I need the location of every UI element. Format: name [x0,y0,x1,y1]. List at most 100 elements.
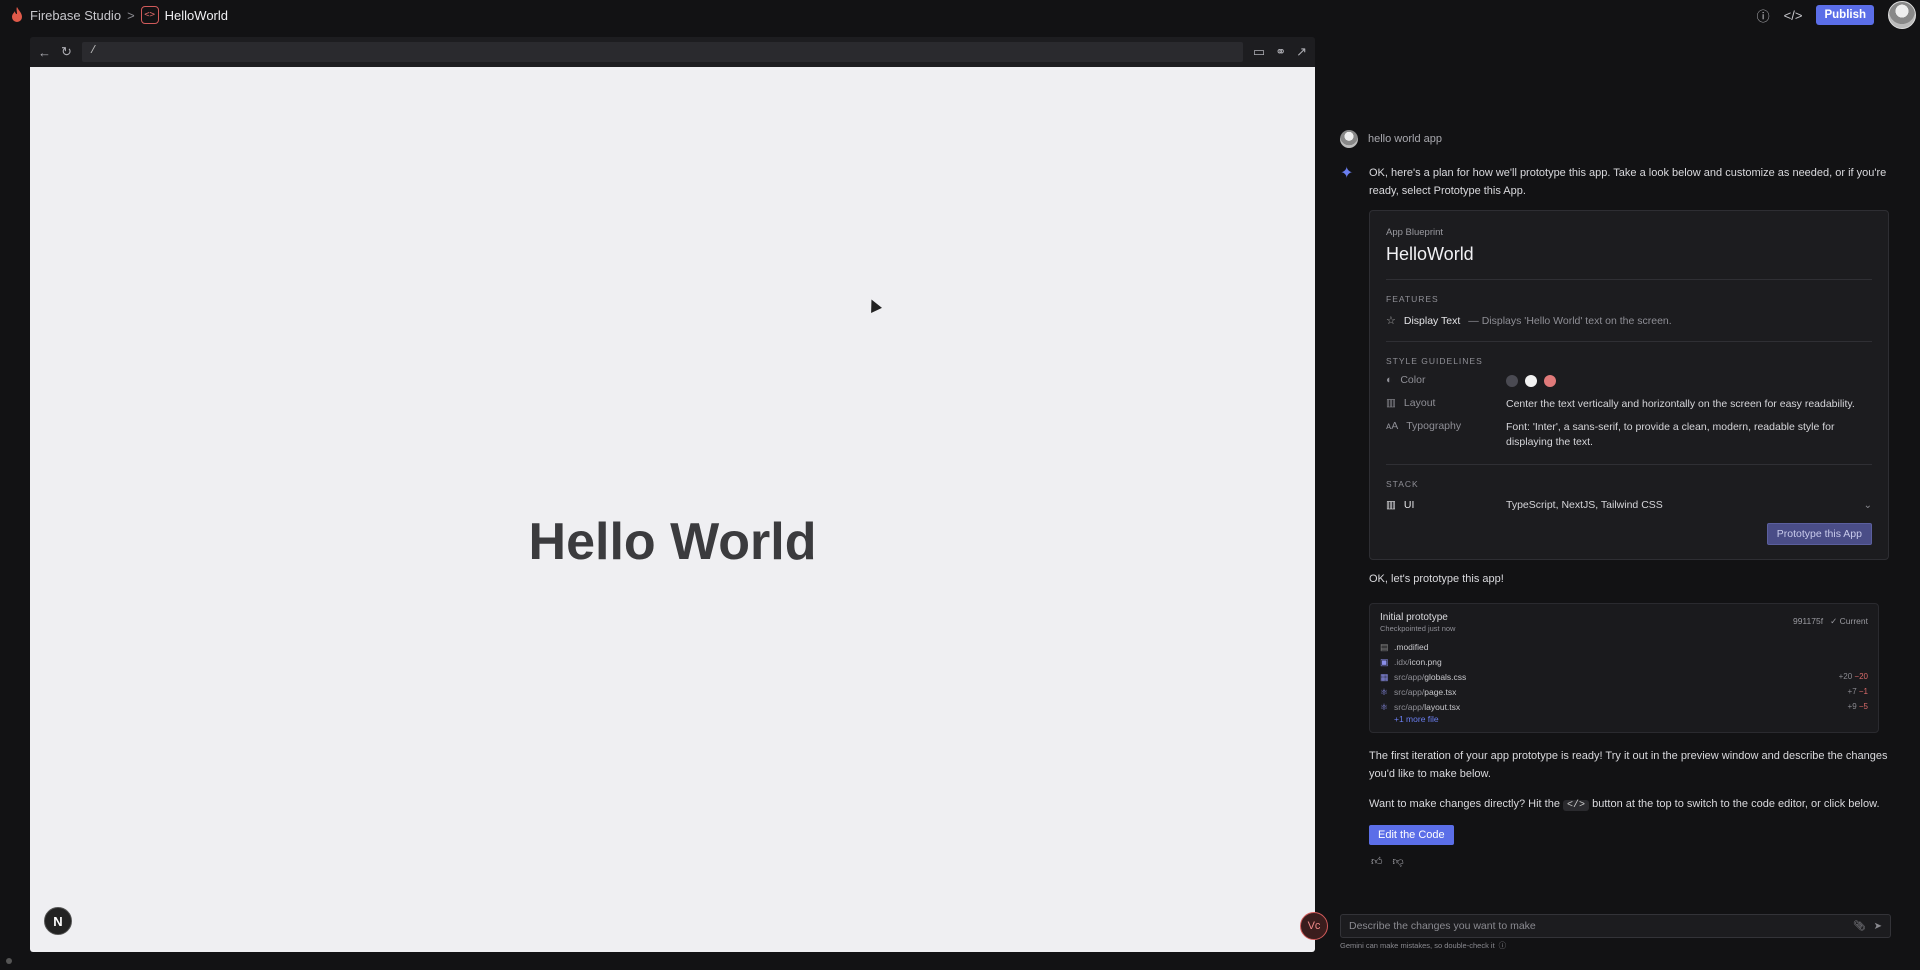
file-name: icon.png [1409,656,1442,667]
stack-icon: ▥ [1386,499,1396,511]
app-name: Firebase Studio [30,7,122,23]
chat-input[interactable]: Describe the changes you want to make 📎︎… [1340,914,1891,938]
style-heading: STYLE GUIDELINES [1386,356,1483,366]
send-icon[interactable]: ➤ [1874,921,1882,932]
features-heading: FEATURES [1386,294,1439,304]
link-icon[interactable]: ⚭ [1275,44,1286,60]
feedback-buttons: 👍︎ 👎︎ [1371,855,1404,868]
feature-desc: — Displays 'Hello World' text on the scr… [1468,314,1672,327]
typography-key: Typography [1406,420,1462,432]
palette-icon: ◐ [1386,374,1393,386]
file-dir: src/app/ [1394,701,1425,712]
css-file-icon: ▦ [1380,671,1389,682]
checkpoint-meta: 991175f ✓ Current [1793,616,1868,627]
code-chip: </> [1563,800,1590,811]
edit-code-button[interactable]: Edit the Code [1369,825,1454,845]
nextjs-badge[interactable]: N [44,907,72,935]
url-input[interactable]: / [81,42,1243,62]
chevron-down-icon[interactable]: ⌄ [1864,500,1872,511]
stack-row[interactable]: ▥ UI TypeScript, NextJS, Tailwind CSS ⌄ [1386,499,1872,511]
chat-input-placeholder: Describe the changes you want to make [1349,920,1536,932]
feature-name: Display Text [1403,314,1461,327]
project-name[interactable]: HelloWorld [165,8,228,23]
image-file-icon: ▣ [1380,656,1389,667]
user-message-text: hello world app [1368,133,1442,145]
user-message: hello world app [1340,130,1442,148]
attach-icon[interactable]: 📎︎ [1853,921,1866,932]
file-item[interactable]: ▤ .modified [1380,639,1868,654]
gemini-avatar-icon[interactable]: Vc [1300,912,1328,940]
stack-key: UI [1403,499,1415,511]
back-icon[interactable]: ← [38,45,51,60]
file-name: page.tsx [1424,686,1457,697]
divider [1386,464,1872,465]
file-item[interactable]: ▦ src/app/ globals.css +20 −20 [1380,669,1868,684]
thumbs-down-icon[interactable]: 👎︎ [1393,855,1404,868]
divider [1386,279,1872,280]
style-typography-row[interactable]: ᴀA Typography Font: 'Inter', a sans-serif… [1386,420,1872,450]
layout-icon: ▥ [1386,397,1396,409]
color-swatches [1506,374,1866,389]
prototype-app-button[interactable]: Prototype this App [1766,523,1872,545]
file-dir: src/app/ [1394,671,1425,682]
swatch-1 [1506,375,1518,388]
file-dir: src/app/ [1394,686,1425,697]
thumbs-up-icon[interactable]: 👍︎ [1371,855,1383,868]
diff-plus: +20 [1838,672,1853,681]
gemini-sparkle-icon: ✦ [1340,165,1354,182]
diff-minus: −20 [1854,672,1868,681]
file-name: layout.tsx [1424,701,1461,712]
preview-toolbar: ← ↻ / ▭ ⚭ ↗ [30,37,1315,67]
feature-row[interactable]: ☆ Display Text — Displays 'Hello World' … [1386,314,1872,328]
diff-minus: −5 [1858,702,1868,711]
file-diff: +9 −5 [1848,702,1868,711]
breadcrumb-separator: > [127,7,135,23]
file-dir: .idx/ [1394,656,1410,667]
typography-icon: ᴀA [1386,420,1399,432]
ai-followup-text: OK, let's prototype this app! [1369,573,1504,585]
file-diff: +7 −1 [1848,687,1868,696]
file-item[interactable]: ⚛ src/app/ layout.tsx +9 −5 [1380,699,1868,714]
stack-value: TypeScript, NextJS, Tailwind CSS [1506,499,1663,511]
layout-key: Layout [1403,397,1436,409]
info-icon[interactable]: ⓘ [1499,940,1507,951]
diff-plus: +7 [1847,687,1857,696]
diff-plus: +9 [1847,702,1857,711]
swatch-2 [1524,375,1537,388]
brand[interactable]: Firebase Studio [10,7,121,23]
preview-canvas[interactable]: Hello World N [30,67,1315,952]
disclaimer: Gemini can make mistakes, so double-chec… [1340,940,1506,951]
checkpoint-hash: 991175f [1792,616,1824,626]
checkpoint-status: ✓ Current [1830,616,1868,626]
preview-panel: ← ↻ / ▭ ⚭ ↗ Hello World N [30,37,1315,952]
stack-heading: STACK [1386,479,1419,489]
swatch-3 [1543,375,1556,388]
star-icon: ☆ [1386,315,1396,327]
file-item[interactable]: ▣ .idx/ icon.png [1380,654,1868,669]
blueprint-title: HelloWorld [1386,244,1474,264]
more-files-link[interactable]: +1 more file [1394,714,1868,724]
ai-intro-text: OK, here's a plan for how we'll prototyp… [1369,167,1887,197]
status-dot [6,958,12,964]
file-name: globals.css [1424,671,1467,682]
edit-suffix: button at the top to switch to the code … [1592,798,1880,810]
typography-value: Font: 'Inter', a sans-serif, to provide … [1506,421,1835,448]
reload-icon[interactable]: ↻ [61,44,72,60]
diff-minus: −1 [1858,687,1868,696]
device-preview-icon[interactable]: ▭ [1253,44,1265,60]
user-avatar-small [1340,130,1358,148]
app-blueprint-card: App Blueprint HelloWorld FEATURES ☆ Disp… [1369,210,1889,560]
checkpoint-card[interactable]: Initial prototype Checkpointed just now … [1369,603,1879,733]
file-item[interactable]: ⚛ src/app/ page.tsx +7 −1 [1380,684,1868,699]
style-layout-row[interactable]: ▥ Layout Center the text vertically and h… [1386,397,1872,412]
firebase-logo-icon [12,7,22,22]
react-file-icon: ⚛ [1380,686,1389,697]
file-name: .modified [1394,641,1429,652]
layout-value: Center the text vertically and horizonta… [1506,398,1855,410]
color-key: Color [1400,374,1426,386]
style-color-row[interactable]: ◐ Color [1386,374,1872,389]
disclaimer-text: Gemini can make mistakes, so double-chec… [1340,941,1495,950]
file-icon: ▤ [1380,641,1389,652]
ready-text: The first iteration of your app prototyp… [1369,750,1888,780]
open-external-icon[interactable]: ↗ [1296,44,1307,60]
